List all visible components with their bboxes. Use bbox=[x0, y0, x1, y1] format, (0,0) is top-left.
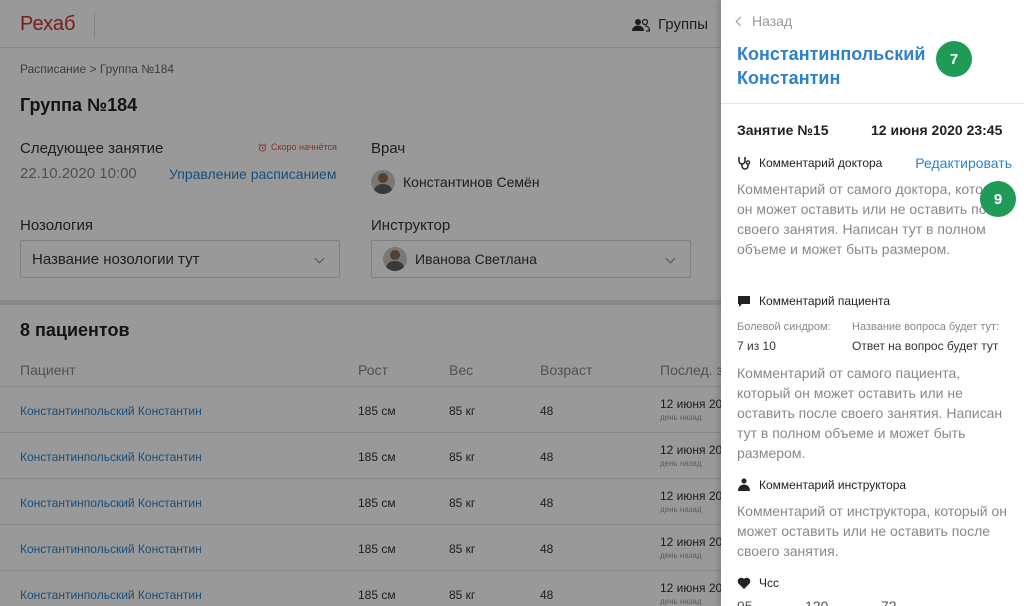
pain-label: Болевой синдром: bbox=[737, 321, 831, 333]
doctor-comment-header: Комментарий доктора bbox=[737, 156, 882, 170]
chevron-left-icon bbox=[735, 16, 746, 26]
heart-rate-value: 120 bbox=[805, 598, 829, 606]
edit-comment-link[interactable]: Редактировать bbox=[915, 155, 1012, 171]
heart-icon bbox=[737, 577, 751, 589]
patient-comment-title: Комментарий пациента bbox=[759, 294, 890, 308]
question-label: Название вопроса будет тут: bbox=[852, 321, 1000, 333]
modal-backdrop[interactable] bbox=[0, 0, 721, 606]
instructor-icon bbox=[738, 478, 750, 491]
patient-comment-header: Комментарий пациента bbox=[737, 294, 890, 308]
question-value: Ответ на вопрос будет тут bbox=[852, 339, 999, 353]
pain-value: 7 из 10 bbox=[737, 339, 776, 353]
annotation-badge: 7 bbox=[936, 41, 972, 77]
patient-name-heading: Константинпольский Константин bbox=[737, 44, 926, 88]
instructor-comment-header: Комментарий инструктора bbox=[737, 478, 906, 492]
patient-detail-panel: Назад Константинпольский Константин 7 За… bbox=[721, 0, 1024, 606]
lesson-date: 12 июня 2020 23:45 bbox=[871, 122, 1003, 138]
back-label: Назад bbox=[752, 13, 793, 29]
lesson-number: Занятие №15 bbox=[737, 122, 829, 138]
stethoscope-icon bbox=[738, 157, 751, 170]
heart-rate-value: 95 bbox=[737, 598, 753, 606]
heart-rate-value: 72 bbox=[881, 598, 897, 606]
back-button[interactable]: Назад bbox=[735, 13, 793, 29]
doctor-comment-title: Комментарий доктора bbox=[759, 156, 883, 170]
instructor-comment-title: Комментарий инструктора bbox=[759, 478, 907, 492]
doctor-comment-text: Комментарий от самого доктора, который о… bbox=[737, 181, 1010, 257]
chat-icon bbox=[738, 295, 750, 307]
instructor-comment-text: Комментарий от инструктора, который он м… bbox=[737, 503, 1007, 559]
annotation-badge: 9 bbox=[980, 181, 1016, 217]
heart-rate-title: Чсс bbox=[759, 576, 779, 590]
panel-divider bbox=[721, 103, 1024, 104]
patient-comment-text: Комментарий от самого пациента, который … bbox=[737, 365, 1003, 461]
heart-rate-header: Чсс bbox=[737, 576, 779, 590]
